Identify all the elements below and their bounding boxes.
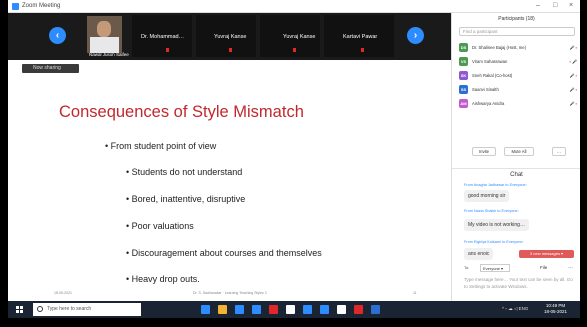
- next-page-button[interactable]: ›: [407, 27, 424, 44]
- minimize-button[interactable]: –: [536, 2, 540, 9]
- slide-bullet-main: • From student point of view: [105, 141, 217, 151]
- participant-shirt: [90, 37, 119, 53]
- participants-more-button[interactable]: …: [552, 147, 566, 156]
- chat-message-meta: From Eigiriya Kulkarni to Everyone:: [464, 240, 524, 244]
- video-tile-name: Yuvraj Kanse: [283, 34, 316, 40]
- participant-row[interactable]: AM Aishwarya Anidra 🎤 ▪: [459, 98, 579, 109]
- video-tile-name: Kartavi Pawar: [343, 34, 378, 40]
- taskbar-search-input[interactable]: Type here to search: [33, 303, 141, 316]
- sharing-badge[interactable]: Now sharing: [22, 64, 79, 73]
- chat-header: Chat: [452, 168, 580, 180]
- zoom-window: Zoom Meeting – □ × ‹ Nawal Jusoh Saifee …: [8, 0, 580, 318]
- chat-to-label: To:: [464, 265, 470, 270]
- video-tile-name: Dr. Mohammad…: [141, 34, 185, 40]
- muted-mic-icon: [166, 48, 169, 52]
- chat-message-text: My video is not working…: [464, 219, 529, 231]
- participant-status-icons: 🎤 ▪: [569, 45, 577, 50]
- meeting-area: ‹ Nawal Jusoh Saifee Dr. Mohammad… Yuvra…: [8, 13, 451, 301]
- participant-row[interactable]: SS Saanvi Sinalth 🎤 ▪: [459, 84, 579, 95]
- participant-status-icons: 🎤 ▪: [569, 87, 577, 92]
- slide-footer-date: 18-05-2021: [54, 291, 72, 295]
- chat-message-input[interactable]: Type message here… Your text can be seen…: [464, 276, 576, 294]
- participants-panel: Participants (18) Find a participant DS …: [451, 13, 580, 301]
- prev-page-button[interactable]: ‹: [49, 27, 66, 44]
- slide-bullet: • Poor valuations: [126, 221, 194, 231]
- slide-bullet: • Bored, inattentive, disruptive: [126, 194, 246, 204]
- zoom-app-icon: [12, 3, 19, 10]
- participant-name: Dr. Shalinee Bajaj (Host, me): [472, 45, 526, 50]
- slide-title: Consequences of Style Mismatch: [59, 103, 304, 121]
- chat-message-meta: From Anagha Jadhawar to Everyone:: [464, 183, 527, 187]
- slide-bullet: • Students do not understand: [126, 167, 243, 177]
- taskbar-app-icon[interactable]: [371, 305, 380, 314]
- slide-page-number: 11: [413, 291, 417, 295]
- taskbar-app-icon[interactable]: [337, 305, 346, 314]
- taskbar-app-icon[interactable]: [201, 305, 210, 314]
- muted-mic-icon: [361, 48, 364, 52]
- taskbar-app-icon[interactable]: [218, 305, 227, 314]
- muted-mic-icon: [229, 48, 232, 52]
- chat-message-text: ans enoic: [464, 248, 494, 260]
- participant-name: Saanvi Sinalth: [472, 87, 499, 92]
- participant-status-icons: ▪ 🎤: [569, 59, 577, 64]
- maximize-button[interactable]: □: [553, 2, 557, 9]
- video-tile-name: Yuvraj Kanse: [214, 34, 247, 40]
- windows-start-icon[interactable]: [16, 306, 23, 313]
- taskbar-app-icon[interactable]: [320, 305, 329, 314]
- participant-row[interactable]: SK Sneh Rakal (Co-host) 🎤 ▪: [459, 70, 579, 81]
- chat-more-button[interactable]: …: [568, 264, 573, 270]
- muted-mic-icon: [293, 48, 296, 52]
- participant-name: Sneh Rakal (Co-host): [472, 73, 513, 78]
- participant-avatar: AM: [459, 99, 468, 108]
- system-tray[interactable]: ^ ▫ ☁ ◁ ENG: [502, 306, 528, 312]
- video-tile-self[interactable]: [87, 16, 122, 53]
- participant-avatar: SK: [459, 71, 468, 80]
- taskbar-clock[interactable]: 10:49 PM 18-05-2021: [544, 303, 567, 315]
- participant-status-icons: 🎤 ▪: [569, 101, 577, 106]
- participant-status-icons: 🎤 ▪: [569, 73, 577, 78]
- participants-header: Participants (18): [498, 16, 535, 22]
- title-bar: Zoom Meeting – □ ×: [8, 0, 580, 13]
- taskbar-app-icon[interactable]: [252, 305, 261, 314]
- taskbar-app-icon[interactable]: [286, 305, 295, 314]
- video-strip: ‹ Nawal Jusoh Saifee Dr. Mohammad… Yuvra…: [8, 13, 451, 60]
- chat-message-meta: From Nazia Shaikh to Everyone:: [464, 209, 519, 213]
- taskbar-app-icon[interactable]: [354, 305, 363, 314]
- chat-message-text: good morning sir: [464, 190, 510, 202]
- participant-face: [97, 21, 111, 37]
- participant-name: Viram Sahasrawan: [472, 59, 508, 64]
- mute-all-button[interactable]: Mute All: [504, 147, 534, 156]
- search-icon: [37, 306, 43, 312]
- participant-avatar: VS: [459, 57, 468, 66]
- taskbar-app-icon[interactable]: [303, 305, 312, 314]
- taskbar-search-placeholder: Type here to search: [47, 306, 92, 312]
- slide-footer-title: Dr. S. Sadhanakar · Learning Teaching St…: [193, 291, 267, 295]
- invite-button[interactable]: Invite: [472, 147, 496, 156]
- taskbar-app-icon[interactable]: [269, 305, 278, 314]
- participant-row[interactable]: DS Dr. Shalinee Bajaj (Host, me) 🎤 ▪: [459, 42, 579, 53]
- shared-slide: Consequences of Style Mismatch • From st…: [8, 75, 451, 301]
- windows-taskbar: Type here to search ^ ▫ ☁ ◁ ENG 10:49 PM…: [8, 301, 580, 318]
- participant-avatar: SS: [459, 85, 468, 94]
- chat-file-button[interactable]: File: [540, 265, 547, 270]
- new-messages-button[interactable]: 3 new messages ▾: [519, 250, 574, 258]
- participant-search-input[interactable]: Find a participant: [459, 27, 575, 36]
- participant-name: Aishwarya Anidra: [472, 101, 505, 106]
- slide-bullet: • Discouragement about courses and thems…: [126, 248, 322, 258]
- slide-bullet: • Heavy drop outs.: [126, 274, 200, 284]
- self-video-label: Nawal Jusoh Saifee: [89, 52, 129, 57]
- participant-avatar: DS: [459, 43, 468, 52]
- close-button[interactable]: ×: [569, 2, 573, 9]
- chat-recipient-select[interactable]: Everyone ▾: [480, 264, 510, 272]
- window-title: Zoom Meeting: [22, 3, 61, 9]
- participant-row[interactable]: VS Viram Sahasrawan ▪ 🎤: [459, 56, 579, 67]
- taskbar-app-icon[interactable]: [235, 305, 244, 314]
- clock-date: 18-05-2021: [544, 309, 568, 314]
